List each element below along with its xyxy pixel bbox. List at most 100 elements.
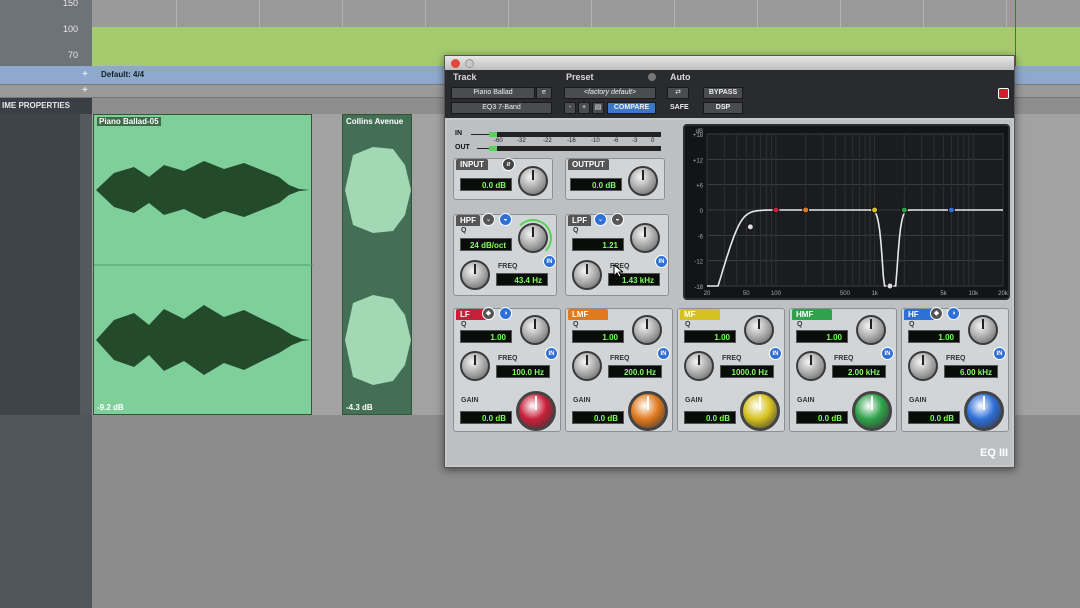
band-gain-display[interactable]: 0.0 dB <box>796 411 848 424</box>
band-q-knob[interactable] <box>520 315 550 345</box>
output-gain-knob[interactable] <box>628 166 658 196</box>
lpf-q-display[interactable]: 1.21 <box>572 238 624 251</box>
automation-lane-grid <box>92 0 1080 27</box>
band-q-display[interactable]: 1.00 <box>908 330 960 343</box>
eq-response-graph[interactable]: +18 +12 +6 0 -6 -12 -18 dB 20 50 100 500 1k 5k 10k 20k <box>683 124 1010 300</box>
waveform <box>94 161 313 375</box>
automation-enable-icon[interactable]: ⇄ <box>667 87 689 99</box>
band-shape-icon[interactable]: ◆ <box>930 307 943 320</box>
hpf-enable-icon[interactable]: ◒ <box>499 213 512 226</box>
band-gain-display[interactable]: 0.0 dB <box>908 411 960 424</box>
waveform <box>345 147 411 385</box>
band-in-button[interactable]: IN <box>769 347 782 360</box>
band-gain-display[interactable]: 0.0 dB <box>460 411 512 424</box>
band-freq-display[interactable]: 200.0 Hz <box>608 365 662 378</box>
hpf-freq-label: FREQ <box>498 263 518 270</box>
band-q-knob[interactable] <box>744 315 774 345</box>
band-freq-display[interactable]: 100.0 Hz <box>496 365 550 378</box>
compare-button[interactable]: COMPARE <box>607 102 656 114</box>
hpf-freq-knob[interactable] <box>460 260 490 290</box>
plugin-titlebar[interactable] <box>445 56 1014 70</box>
lpf-filter-type-icon[interactable]: ⌄ <box>594 213 607 226</box>
band-q-display[interactable]: 1.00 <box>796 330 848 343</box>
input-section: INPUT ø 0.0 dB <box>453 158 553 200</box>
input-gain-knob[interactable] <box>518 166 548 196</box>
band-q-knob[interactable] <box>856 315 886 345</box>
hpf-label: HPF <box>456 215 480 226</box>
band-gain-display[interactable]: 0.0 dB <box>684 411 736 424</box>
hpf-slope-knob[interactable] <box>518 223 548 253</box>
band-gain-knob[interactable] <box>852 391 892 431</box>
eq3-logo: EQ III <box>980 447 1009 459</box>
band-q-knob[interactable] <box>968 315 998 345</box>
band-gain-knob[interactable] <box>964 391 1004 431</box>
audio-clip-collins-avenue[interactable]: Collins Avenue -4.3 dB <box>342 114 412 415</box>
add-meter-icon[interactable]: + <box>82 69 88 80</box>
lpf-enable-icon[interactable]: ◒ <box>611 213 624 226</box>
graph-y-tick: 0 <box>700 209 704 215</box>
band-q-display[interactable]: 1.00 <box>460 330 512 343</box>
graph-x-tick: 5k <box>940 291 947 297</box>
band-gain-display[interactable]: 0.0 dB <box>572 411 624 424</box>
preset-copy-icon[interactable]: ▤ <box>592 102 604 114</box>
band-freq-knob[interactable] <box>796 351 826 381</box>
band-gain-knob[interactable] <box>740 391 780 431</box>
band-freq-display[interactable]: 6.00 kHz <box>944 365 998 378</box>
band-shape-icon[interactable]: ◆ <box>482 307 495 320</box>
band-gain-knob[interactable] <box>516 391 556 431</box>
band-in-button[interactable]: IN <box>881 347 894 360</box>
dsp-button[interactable]: DSP <box>703 102 743 114</box>
empty-track-panel <box>0 415 92 608</box>
band-q-display[interactable]: 1.00 <box>684 330 736 343</box>
hpf-freq-display[interactable]: 43.4 Hz <box>496 273 548 286</box>
hpf-section: HPF ⌄ ◒ Q 24 dB/oct IN FREQ 43.4 Hz <box>453 213 557 296</box>
audio-clip-piano-ballad[interactable]: Piano Ballad-05 -9.2 dB <box>93 114 313 415</box>
band-type-icon[interactable]: ◑ <box>947 307 960 320</box>
band-freq-knob[interactable] <box>460 351 490 381</box>
band-freq-label: FREQ <box>946 355 966 362</box>
graph-y-tick: -18 <box>694 285 703 291</box>
preset-menu-icon[interactable] <box>648 73 656 81</box>
output-gain-display[interactable]: 0.0 dB <box>570 178 622 191</box>
add-ruler-icon[interactable]: + <box>82 85 88 96</box>
band-in-button[interactable]: IN <box>545 347 558 360</box>
hpf-in-button[interactable]: IN <box>543 255 556 268</box>
bypass-button[interactable]: BYPASS <box>703 87 743 99</box>
hpf-filter-type-icon[interactable]: ⌄ <box>482 213 495 226</box>
plugin-alert-icon[interactable] <box>998 88 1009 99</box>
preset-next-button[interactable]: + <box>578 102 590 114</box>
safe-button[interactable]: SAFE <box>670 102 689 114</box>
band-gain-knob[interactable] <box>628 391 668 431</box>
band-freq-knob[interactable] <box>684 351 714 381</box>
ruler-label: 150 <box>62 0 78 8</box>
band-freq-display[interactable]: 1000.0 Hz <box>720 365 774 378</box>
hpf-slope-display[interactable]: 24 dB/oct <box>460 238 512 251</box>
band-freq-knob[interactable] <box>908 351 938 381</box>
band-q-knob[interactable] <box>632 315 662 345</box>
track-selector[interactable]: Piano Ballad <box>451 87 535 99</box>
band-in-button[interactable]: IN <box>993 347 1006 360</box>
lpf-q-knob[interactable] <box>630 223 660 253</box>
band-type-icon[interactable]: ◑ <box>499 307 512 320</box>
band-in-button[interactable]: IN <box>657 347 670 360</box>
band-freq-display[interactable]: 2.00 kHz <box>832 365 886 378</box>
close-window-icon[interactable] <box>451 59 460 68</box>
track-channel-selector[interactable]: e <box>536 87 552 99</box>
output-meter <box>489 146 661 151</box>
phase-invert-icon[interactable]: ø <box>502 158 515 171</box>
preset-prev-button[interactable]: - <box>564 102 576 114</box>
graph-x-tick: 20 <box>704 291 711 297</box>
input-gain-display[interactable]: 0.0 dB <box>460 178 512 191</box>
band-freq-knob[interactable] <box>572 351 602 381</box>
preset-selector[interactable]: <factory default> <box>564 87 656 99</box>
lpf-in-button[interactable]: IN <box>655 255 668 268</box>
lpf-freq-knob[interactable] <box>572 260 602 290</box>
band-q-display[interactable]: 1.00 <box>572 330 624 343</box>
band-gain-label: GAIN <box>573 397 591 404</box>
minimize-window-icon[interactable] <box>465 59 474 68</box>
track-label: Track <box>453 72 477 82</box>
band-freq-label: FREQ <box>610 355 630 362</box>
eq3-plugin-window[interactable]: Track Piano Ballad e EQ3 7-Band Preset <… <box>444 55 1015 468</box>
band-q-label: Q <box>797 321 803 328</box>
plugin-selector[interactable]: EQ3 7-Band <box>451 102 552 114</box>
